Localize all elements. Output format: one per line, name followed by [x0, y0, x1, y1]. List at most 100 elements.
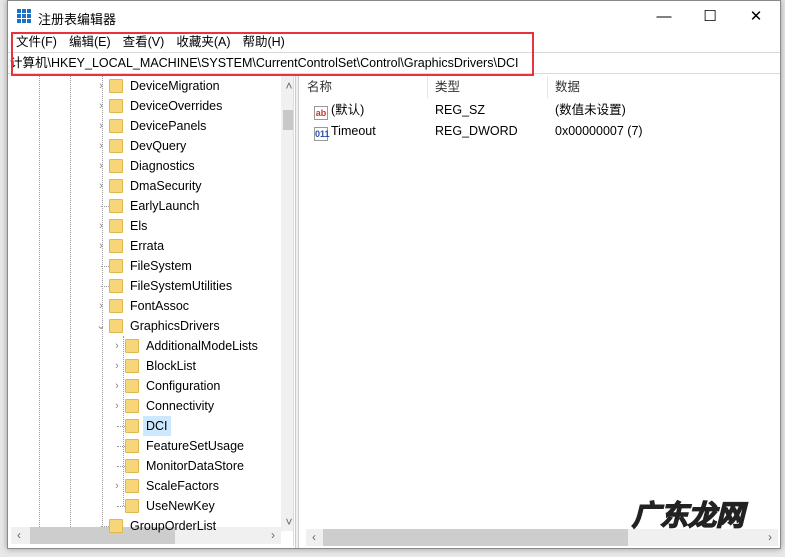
- tree-item[interactable]: DCI: [11, 416, 279, 436]
- tree-item-label: Els: [130, 219, 148, 233]
- key-tree: ˄ ˅ ‹ › › DeviceMigration › DeviceOverrides…: [11, 76, 294, 546]
- tree-item[interactable]: › ScaleFactors: [11, 476, 279, 496]
- folder-icon: [125, 339, 139, 353]
- chevron-right-icon[interactable]: ›: [95, 136, 107, 156]
- folder-icon: [109, 319, 123, 333]
- folder-icon: [109, 239, 123, 253]
- chevron-down-icon[interactable]: ⌄: [95, 316, 107, 336]
- chevron-right-icon[interactable]: ›: [111, 476, 123, 496]
- registry-editor-window: 注册表编辑器 — ☐ ✕ 文件(F) 编辑(E) 查看(V) 收藏夹(A) 帮助…: [7, 0, 781, 549]
- tree-item[interactable]: › DmaSecurity: [11, 176, 279, 196]
- chevron-right-icon[interactable]: ›: [111, 376, 123, 396]
- regedit-icon: [17, 9, 31, 23]
- tree-item[interactable]: › Diagnostics: [11, 156, 279, 176]
- tree-item-label: DevQuery: [130, 139, 187, 153]
- folder-icon: [109, 199, 123, 213]
- tree-item-label: Connectivity: [146, 399, 215, 413]
- column-type[interactable]: 类型: [428, 76, 548, 98]
- folder-icon: [109, 179, 123, 193]
- string-value-icon: ab: [314, 106, 328, 120]
- tree-item[interactable]: FileSystemUtilities: [11, 276, 279, 296]
- chevron-right-icon[interactable]: ›: [111, 336, 123, 356]
- pane-splitter[interactable]: [295, 76, 299, 548]
- folder-icon: [109, 219, 123, 233]
- tree-item[interactable]: GroupOrderList: [11, 516, 279, 536]
- folder-icon: [109, 279, 123, 293]
- folder-icon: [109, 99, 123, 113]
- tree-item-label: Diagnostics: [130, 159, 195, 173]
- tree-item[interactable]: › DevicePanels: [11, 116, 279, 136]
- folder-icon: [125, 479, 139, 493]
- tree-item-label: DmaSecurity: [130, 179, 202, 193]
- tree-item-label: EarlyLaunch: [130, 199, 200, 213]
- folder-icon: [125, 459, 139, 473]
- tree-item-label: BlockList: [146, 359, 197, 373]
- tree-item-label: MonitorDataStore: [146, 459, 244, 473]
- tree-item-label: ScaleFactors: [146, 479, 219, 493]
- chevron-right-icon[interactable]: ›: [95, 116, 107, 136]
- tree-item[interactable]: › Errata: [11, 236, 279, 256]
- tree-item-label: UseNewKey: [146, 499, 215, 513]
- chevron-right-icon[interactable]: ›: [95, 76, 107, 96]
- folder-icon: [109, 259, 123, 273]
- tree-item-label: FontAssoc: [130, 299, 190, 313]
- tree-item[interactable]: › DevQuery: [11, 136, 279, 156]
- folder-icon: [109, 119, 123, 133]
- folder-icon: [125, 399, 139, 413]
- folder-icon: [125, 359, 139, 373]
- folder-icon: [109, 79, 123, 93]
- tree-item[interactable]: › FontAssoc: [11, 296, 279, 316]
- window-title: 注册表编辑器: [38, 12, 117, 27]
- tree-vertical-scrollbar[interactable]: ˄ ˅: [281, 76, 293, 531]
- scroll-thumb[interactable]: [283, 110, 293, 130]
- maximize-button[interactable]: ☐: [687, 1, 733, 32]
- column-data[interactable]: 数据: [548, 76, 668, 98]
- value-name: Timeout: [331, 124, 376, 138]
- tree-item[interactable]: › DeviceMigration: [11, 76, 279, 96]
- folder-icon: [109, 299, 123, 313]
- tree-item[interactable]: › AdditionalModeLists: [11, 336, 279, 356]
- value-data: (数值未设置): [555, 103, 626, 117]
- tree-item[interactable]: EarlyLaunch: [11, 196, 279, 216]
- chevron-right-icon[interactable]: ›: [95, 176, 107, 196]
- chevron-right-icon[interactable]: ›: [95, 236, 107, 256]
- chevron-right-icon[interactable]: ›: [95, 96, 107, 116]
- chevron-right-icon[interactable]: ›: [95, 296, 107, 316]
- tree-item[interactable]: ⌄ GraphicsDrivers: [11, 316, 279, 336]
- close-button[interactable]: ✕: [733, 1, 779, 32]
- chevron-right-icon[interactable]: ›: [111, 396, 123, 416]
- tree-item[interactable]: FileSystem: [11, 256, 279, 276]
- folder-icon: [125, 419, 139, 433]
- folder-icon: [109, 139, 123, 153]
- tree-item-label: DCI: [143, 416, 171, 436]
- column-name[interactable]: 名称: [300, 76, 428, 98]
- tree-item-label: DeviceOverrides: [130, 99, 223, 113]
- value-type: REG_DWORD: [435, 124, 518, 138]
- tree-item-label: GraphicsDrivers: [130, 319, 220, 333]
- tree-item-label: GroupOrderList: [130, 519, 217, 533]
- tree-item[interactable]: › Configuration: [11, 376, 279, 396]
- tree-item[interactable]: › Connectivity: [11, 396, 279, 416]
- tree-item-label: FileSystem: [130, 259, 192, 273]
- chevron-right-icon[interactable]: ›: [95, 156, 107, 176]
- watermark: 广东龙网: [631, 499, 745, 532]
- tree-item[interactable]: › Els: [11, 216, 279, 236]
- minimize-button[interactable]: —: [641, 1, 687, 32]
- binary-value-icon: 011: [314, 127, 330, 141]
- tree-item[interactable]: › DeviceOverrides: [11, 96, 279, 116]
- tree-item-label: Errata: [130, 239, 165, 253]
- tree-item[interactable]: › BlockList: [11, 356, 279, 376]
- chevron-right-icon[interactable]: ›: [111, 356, 123, 376]
- folder-icon: [109, 519, 123, 533]
- tree-item[interactable]: UseNewKey: [11, 496, 279, 516]
- tree-item-label: DevicePanels: [130, 119, 207, 133]
- value-type: REG_SZ: [435, 103, 486, 117]
- value-name: (默认): [331, 103, 365, 117]
- tree-item-label: Configuration: [146, 379, 221, 393]
- folder-icon: [125, 499, 139, 513]
- tree-item[interactable]: MonitorDataStore: [11, 456, 279, 476]
- title-bar: 注册表编辑器 — ☐ ✕: [8, 1, 780, 32]
- chevron-right-icon[interactable]: ›: [95, 216, 107, 236]
- value-data: 0x00000007 (7): [555, 124, 643, 138]
- tree-item[interactable]: FeatureSetUsage: [11, 436, 279, 456]
